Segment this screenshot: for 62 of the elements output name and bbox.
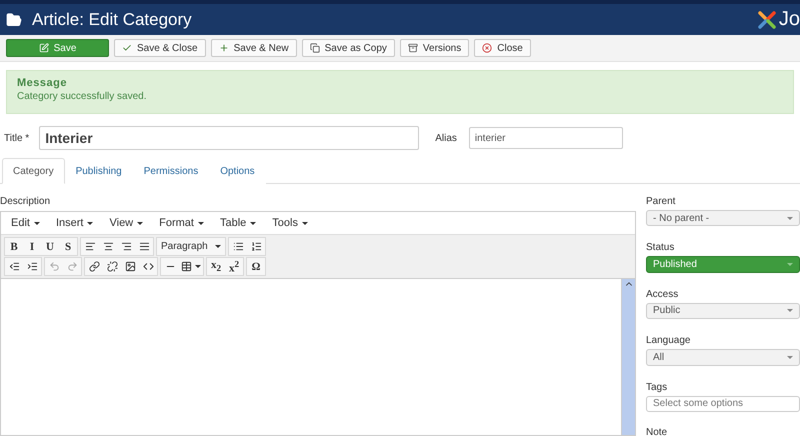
field-label: Status — [646, 242, 676, 254]
editor-tool-button[interactable]: x$_{2}$ — [207, 258, 225, 275]
editor-menu-item[interactable]: Format — [153, 217, 210, 229]
tab[interactable]: Category — [2, 158, 65, 184]
message-heading: Message — [17, 77, 68, 89]
alias-input[interactable]: interier — [468, 127, 623, 149]
alias-label: Alias — [435, 132, 457, 144]
select-field[interactable]: Public — [646, 302, 800, 320]
folder-icon — [6, 12, 22, 28]
field-label: Language — [646, 335, 692, 346]
alignright-icon — [120, 241, 132, 252]
undo-icon — [48, 261, 60, 272]
close-icon — [482, 43, 492, 53]
field-label: Access — [646, 288, 680, 300]
logo-text: Jo — [778, 8, 800, 31]
toolbar-button[interactable]: Save as Copy — [302, 39, 395, 57]
field-label: Note — [646, 428, 668, 436]
toolbar-button[interactable]: Save — [6, 39, 109, 57]
copy-icon — [310, 43, 320, 53]
justify-icon — [138, 241, 150, 252]
outdent-icon — [8, 261, 20, 272]
toolbar-button[interactable]: Save & Close — [114, 39, 206, 57]
tags-field[interactable]: Select some options — [646, 396, 800, 412]
image-icon — [124, 261, 136, 272]
toolbar-button[interactable]: Versions — [400, 39, 470, 57]
toolbar-button[interactable]: Save & New — [210, 39, 297, 57]
scrollbar[interactable] — [621, 279, 635, 435]
field-label: Parent — [646, 196, 676, 207]
toolbar-button[interactable]: Close — [474, 39, 531, 57]
editor-tool-button[interactable]: B — [5, 238, 23, 255]
editor-menu-item[interactable]: Edit — [5, 217, 46, 229]
editor-menu-item[interactable]: Table — [214, 217, 262, 229]
unlink-icon — [106, 261, 118, 272]
tablemenu-icon — [181, 261, 192, 272]
field-label: Tags — [646, 382, 668, 392]
numbers-icon — [250, 241, 262, 252]
editor-menu-item[interactable]: View — [103, 217, 150, 229]
logo-icon — [758, 10, 776, 28]
message-text: Category successfully saved. — [17, 91, 148, 102]
select-field[interactable]: All — [646, 349, 800, 366]
page-title: Article: Edit Category — [32, 10, 193, 30]
description-label: Description — [0, 196, 52, 207]
title-label: Title * — [4, 132, 30, 144]
indent-icon — [26, 261, 38, 272]
editor-menu-item[interactable]: Insert — [50, 217, 100, 229]
editor-menu-item[interactable]: Tools — [266, 217, 314, 229]
check-icon — [122, 43, 132, 53]
redo-icon — [66, 261, 78, 272]
alignleft-icon — [84, 241, 96, 252]
plus-icon — [218, 43, 229, 53]
title-input[interactable]: Interier — [39, 126, 420, 150]
select-field[interactable]: Published — [646, 256, 800, 273]
editor-tool-button[interactable]: Ω — [247, 258, 265, 275]
editor-tool-button[interactable]: U — [41, 238, 59, 255]
code-icon — [142, 261, 154, 272]
editor-tool-button[interactable]: I — [23, 238, 41, 255]
format-dropdown[interactable]: Paragraph — [157, 238, 225, 255]
select-field[interactable]: - No parent - — [646, 210, 800, 226]
editor-tool-button[interactable]: x$^{2}$ — [225, 258, 243, 275]
editor-tool-button[interactable]: S — [59, 238, 77, 255]
link-icon — [88, 261, 100, 272]
aligncenter-icon — [102, 241, 114, 252]
